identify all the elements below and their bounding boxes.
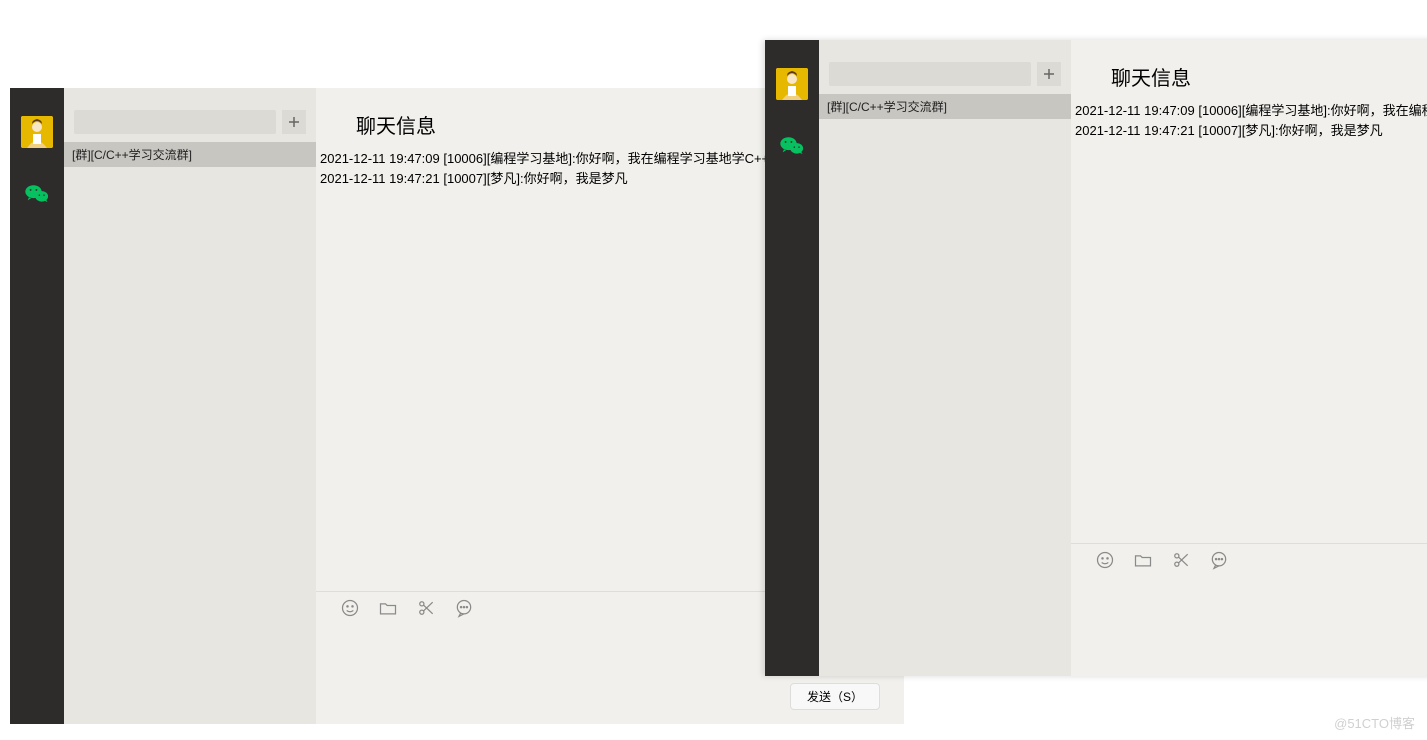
avatar-figure-icon <box>21 116 53 148</box>
avatar-figure-icon <box>776 68 808 100</box>
chat-message: 2021-12-11 19:47:09 [10006][编程学习基地]:你好啊，… <box>1075 101 1427 121</box>
search-input[interactable] <box>74 110 276 134</box>
avatar[interactable] <box>21 116 53 148</box>
folder-icon[interactable] <box>378 598 398 618</box>
contact-panel: [群][C/C++学习交流群] <box>64 88 316 724</box>
chat-bubble-icon[interactable] <box>454 598 474 618</box>
sidebar <box>10 88 64 724</box>
plus-icon <box>1043 68 1055 80</box>
emoji-icon[interactable] <box>1095 550 1115 570</box>
chat-message: 2021-12-11 19:47:21 [10007][梦凡]:你好啊，我是梦凡 <box>1075 121 1427 141</box>
wechat-icon[interactable] <box>778 132 806 160</box>
wechat-icon[interactable] <box>23 180 51 208</box>
sidebar <box>765 40 819 676</box>
compose-toolbar <box>1071 543 1427 576</box>
contact-panel: [群][C/C++学习交流群] <box>819 40 1071 676</box>
scissors-icon[interactable] <box>1171 550 1191 570</box>
avatar[interactable] <box>776 68 808 100</box>
add-contact-button[interactable] <box>282 110 306 134</box>
chat-bubble-icon[interactable] <box>1209 550 1229 570</box>
send-button[interactable]: 发送（S） <box>790 683 880 710</box>
chat-window-2: [群][C/C++学习交流群] 聊天信息 2021-12-11 19:47:09… <box>765 40 1427 676</box>
chat-title: 聊天信息 <box>1071 40 1427 99</box>
scissors-icon[interactable] <box>416 598 436 618</box>
compose-area[interactable] <box>1071 576 1427 676</box>
contact-item-group[interactable]: [群][C/C++学习交流群] <box>64 142 316 167</box>
emoji-icon[interactable] <box>340 598 360 618</box>
add-contact-button[interactable] <box>1037 62 1061 86</box>
search-row <box>64 88 316 142</box>
search-row <box>819 40 1071 94</box>
plus-icon <box>288 116 300 128</box>
search-input[interactable] <box>829 62 1031 86</box>
chat-panel: 聊天信息 2021-12-11 19:47:09 [10006][编程学习基地]… <box>1071 40 1427 676</box>
contact-item-group[interactable]: [群][C/C++学习交流群] <box>819 94 1071 119</box>
chat-messages: 2021-12-11 19:47:09 [10006][编程学习基地]:你好啊，… <box>1071 99 1427 543</box>
watermark: @51CTO博客 <box>1334 713 1415 732</box>
folder-icon[interactable] <box>1133 550 1153 570</box>
